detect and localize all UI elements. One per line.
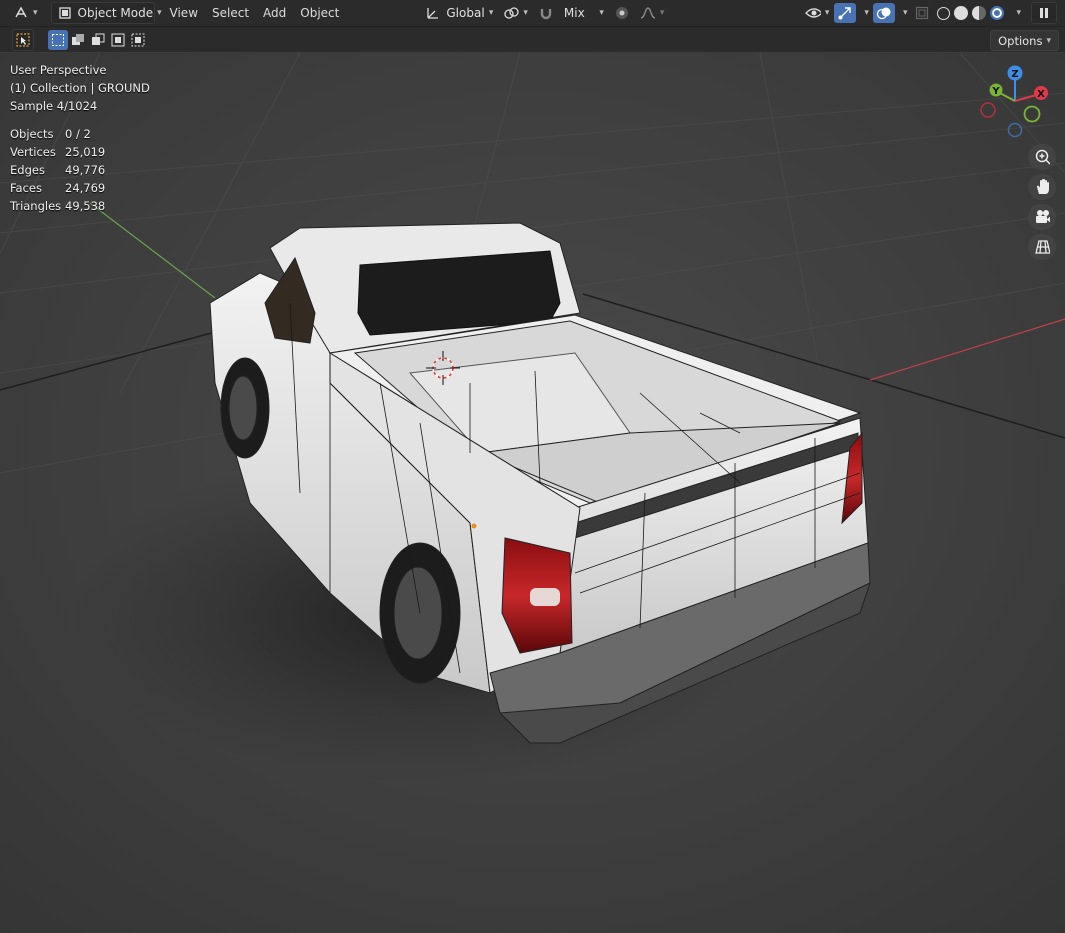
select-mode-new[interactable]	[48, 29, 68, 50]
options-dropdown[interactable]: Options ▾	[990, 30, 1059, 51]
perspective-toggle-button[interactable]	[1028, 234, 1056, 260]
scene-statistics: Objects 0 / 2 Vertices 25,019 Edges 49,776 …	[10, 125, 105, 215]
snap-toggle[interactable]	[533, 3, 559, 23]
stat-row: Triangles 49,538	[10, 199, 106, 213]
viewport-header: ▾ Object Mode ▾ View Select Add Object G…	[0, 0, 1065, 27]
gizmo-icon	[837, 5, 853, 21]
falloff-dropdown[interactable]: ▾	[635, 3, 670, 23]
options-label: Options	[998, 33, 1043, 48]
orientation-icon	[425, 5, 441, 21]
stat-row: Objects 0 / 2	[10, 127, 91, 141]
pivot-point-dropdown[interactable]: ▾	[498, 3, 533, 23]
selection-invert-icon	[110, 32, 126, 48]
scene-render	[0, 53, 1065, 933]
perspective-label: User Perspective	[10, 63, 107, 77]
eye-icon	[804, 5, 821, 21]
visibility-dropdown[interactable]: ▾	[800, 3, 835, 23]
selection-subtract-icon	[90, 32, 106, 48]
pan-button[interactable]	[1028, 174, 1056, 200]
select-box-tool-icon	[15, 32, 31, 48]
mode-label: Object Mode	[77, 6, 154, 20]
xray-toggle[interactable]	[911, 3, 933, 23]
camera-view-button[interactable]	[1028, 204, 1056, 230]
svg-text:X: X	[1037, 89, 1045, 100]
xray-icon	[914, 5, 930, 21]
stat-row: Faces 24,769	[10, 181, 106, 195]
wireframe-shading-icon[interactable]	[937, 6, 951, 20]
sample-label: Sample 4/1024	[10, 99, 98, 113]
tool-settings-bar: Options ▾	[0, 27, 1065, 52]
material-preview-shading-icon[interactable]	[972, 6, 987, 20]
proportional-editing-toggle[interactable]	[609, 3, 635, 23]
gizmos-dropdown[interactable]: ▾	[856, 3, 873, 23]
pause-button[interactable]	[1031, 2, 1057, 24]
pivot-icon	[503, 5, 520, 21]
pause-icon	[1036, 5, 1052, 21]
shading-dropdown[interactable]: ▾	[1008, 3, 1025, 23]
collection-label: (1) Collection | GROUND	[10, 81, 150, 95]
navigation-gizmo[interactable]: Z X Y	[975, 63, 1055, 143]
zoom-icon	[1034, 149, 1050, 165]
overlays-toggle[interactable]	[872, 3, 895, 23]
snap-label: Mix	[563, 6, 585, 20]
stat-row: Vertices 25,019	[10, 145, 106, 159]
selection-intersect-icon	[130, 32, 146, 48]
svg-text:Z: Z	[1011, 69, 1018, 80]
transform-orientation-dropdown[interactable]: Global ▾	[420, 3, 498, 23]
selection-extend-icon	[70, 32, 86, 48]
object-origin	[471, 523, 477, 529]
selection-set-icon	[50, 32, 66, 48]
overlays-icon	[876, 5, 892, 21]
active-tool-button[interactable]	[12, 28, 34, 51]
falloff-curve-icon	[640, 5, 656, 21]
select-mode-extend[interactable]	[68, 30, 88, 50]
grid-icon	[1034, 239, 1050, 255]
zoom-button[interactable]	[1028, 144, 1056, 170]
menu-view[interactable]: View	[163, 6, 205, 20]
editor-type-icon	[13, 5, 29, 21]
menu-select[interactable]: Select	[205, 6, 256, 20]
snap-target-dropdown[interactable]: Mix ▾	[559, 3, 609, 23]
magnet-icon	[538, 5, 554, 21]
select-mode-intersect[interactable]	[128, 30, 148, 50]
rendered-shading-icon[interactable]	[990, 6, 1005, 20]
svg-text:Y: Y	[991, 86, 1000, 97]
mode-dropdown[interactable]: Object Mode ▾	[50, 2, 162, 24]
3d-viewport[interactable]: User Perspective (1) Collection | GROUND…	[0, 53, 1065, 933]
viewport-info: User Perspective (1) Collection | GROUND…	[10, 61, 150, 115]
menu-add[interactable]: Add	[256, 6, 293, 20]
select-mode-subtract[interactable]	[88, 30, 108, 50]
object-mode-icon	[57, 5, 73, 21]
shading-modes	[933, 3, 1008, 23]
select-mode-invert[interactable]	[108, 30, 128, 50]
stat-row: Edges 49,776	[10, 163, 106, 177]
gizmos-toggle[interactable]	[834, 3, 857, 23]
overlays-dropdown[interactable]: ▾	[895, 3, 912, 23]
menu-object[interactable]: Object	[293, 6, 346, 20]
proportional-editing-icon	[614, 5, 630, 21]
editor-type-selector[interactable]: ▾	[8, 3, 43, 23]
camera-icon	[1034, 209, 1050, 225]
orientation-label: Global	[446, 6, 485, 20]
solid-shading-icon[interactable]	[954, 6, 969, 20]
hand-icon	[1034, 179, 1050, 195]
